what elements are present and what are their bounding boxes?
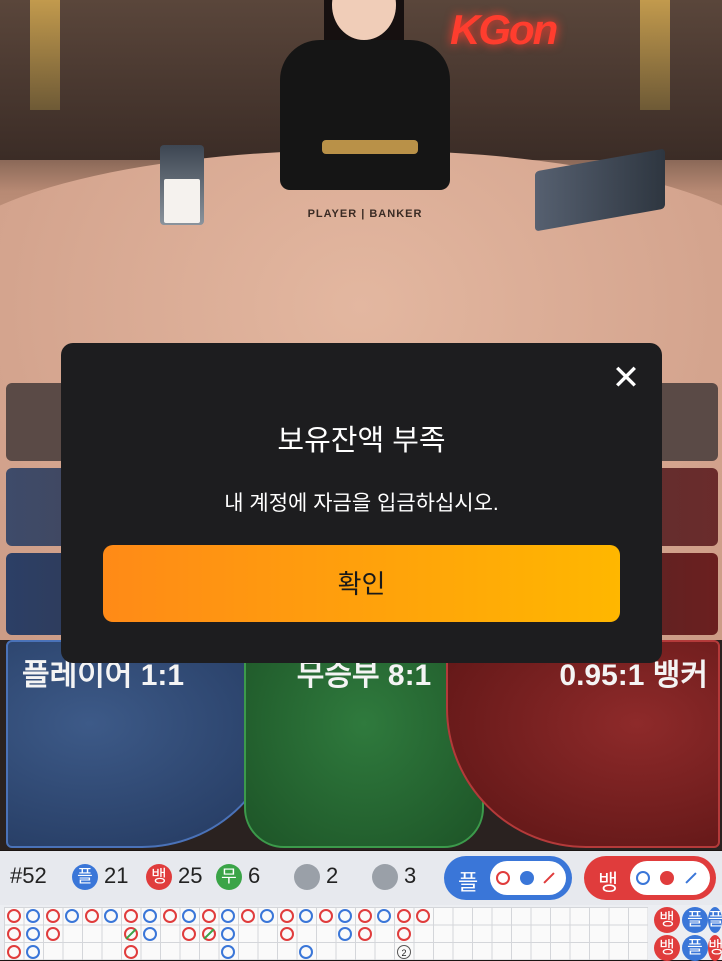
confirm-button[interactable]: 확인 <box>103 545 620 622</box>
modal-overlay: ✕ 보유잔액 부족 내 계정에 자금을 입금하십시오. 확인 <box>0 0 722 960</box>
dialog-title: 보유잔액 부족 <box>277 425 446 457</box>
close-icon[interactable]: ✕ <box>609 361 643 395</box>
dialog-message: 내 계정에 자금을 입금하십시오. <box>224 492 499 515</box>
insufficient-balance-dialog: ✕ 보유잔액 부족 내 계정에 자금을 입금하십시오. 확인 <box>61 343 662 663</box>
